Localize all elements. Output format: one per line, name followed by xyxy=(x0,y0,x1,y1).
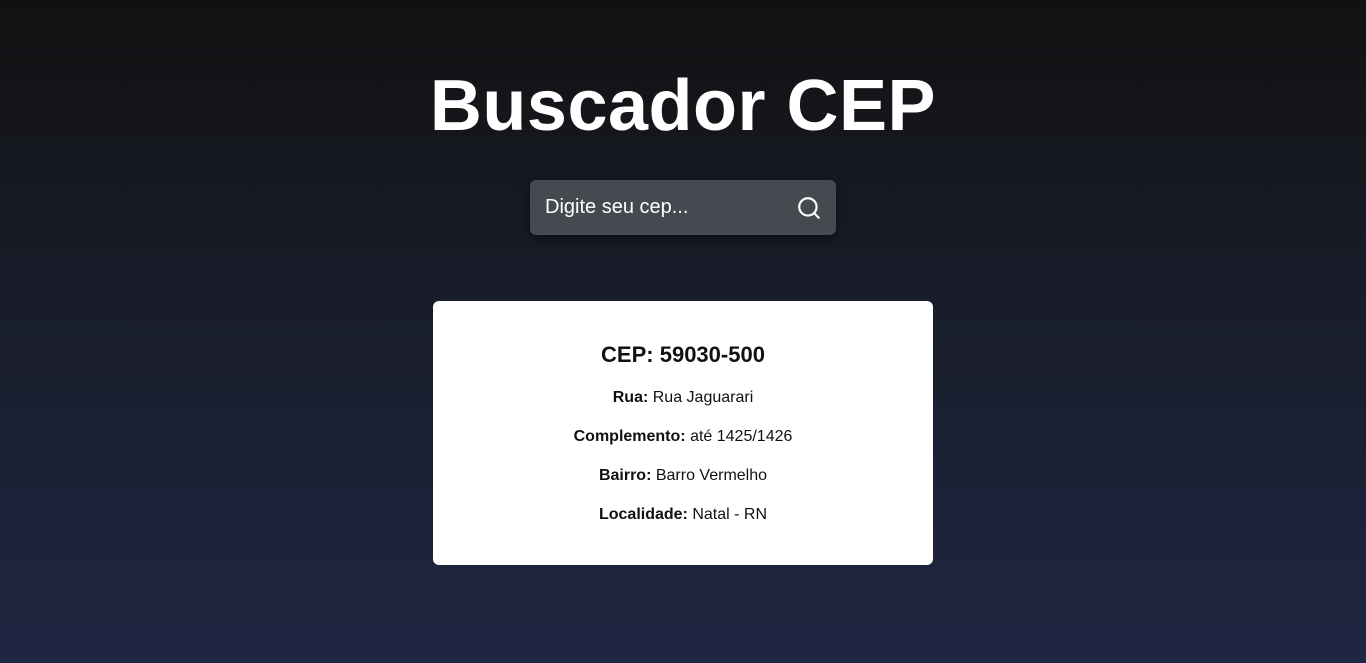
search-button[interactable] xyxy=(794,193,824,223)
page-title: Buscador CEP xyxy=(429,66,937,146)
info-label: Localidade: xyxy=(598,506,688,523)
result-card: CEP: 59030-500 Rua: Rua Jaguarari Comple… xyxy=(433,301,933,565)
info-row-bairro: Bairro: Barro Vermelho xyxy=(433,466,933,486)
info-label: Bairro: xyxy=(598,467,652,484)
info-value: Rua Jaguarari xyxy=(652,389,754,406)
search-input[interactable] xyxy=(530,180,780,235)
info-value: até 1425/1426 xyxy=(690,428,793,445)
info-value: Natal - RN xyxy=(692,506,768,523)
info-row-rua: Rua: Rua Jaguarari xyxy=(433,388,933,408)
info-label: Complemento: xyxy=(573,428,686,445)
info-row-complemento: Complemento: até 1425/1426 xyxy=(433,427,933,447)
search-box xyxy=(530,180,836,235)
info-value: Barro Vermelho xyxy=(655,467,768,484)
info-row-localidade: Localidade: Natal - RN xyxy=(433,505,933,525)
search-icon xyxy=(798,197,820,219)
info-label: Rua: xyxy=(612,389,649,406)
cep-heading: CEP: 59030-500 xyxy=(601,342,765,367)
